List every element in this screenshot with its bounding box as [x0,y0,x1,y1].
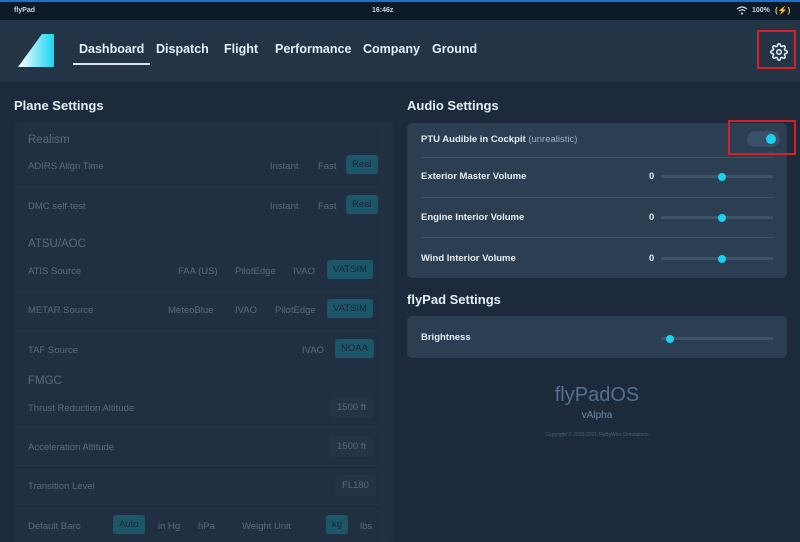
thrust-reduction-field[interactable]: 1500 ft [330,397,374,418]
dmc-option-fast[interactable]: Fast [318,201,336,212]
engine-volume-thumb[interactable] [718,214,727,222]
plane-settings-title: Plane Settings [14,98,104,113]
battery-level: 100% [752,7,770,14]
atis-option-ivao[interactable]: IVAO [293,266,315,277]
divider [14,291,380,292]
status-time: 16:46z [372,7,394,14]
divider [421,237,773,238]
atis-option-vatsim[interactable]: VATSIM [327,260,373,279]
engine-volume-value: 0 [649,212,655,223]
exterior-volume-thumb[interactable] [718,173,727,181]
transition-level-label: Transition Level [28,481,95,492]
flybywire-logo-icon[interactable] [16,34,56,73]
divider [14,330,380,331]
engine-volume-slider[interactable] [661,216,773,219]
copyright-text: Copyright © 2020-2021 FlyByWire Simulati… [545,432,649,438]
tab-flight[interactable]: Flight [224,42,258,56]
wifi-icon [736,6,748,17]
tab-dispatch[interactable]: Dispatch [156,42,209,56]
divider [421,157,773,158]
realism-heading: Realism [28,134,70,146]
taf-option-noaa[interactable]: NOAA [335,339,374,358]
brightness-slider[interactable] [661,337,773,340]
top-nav: Dashboard Dispatch Flight Performance Co… [0,20,800,82]
tab-dashboard[interactable]: Dashboard [72,42,151,65]
baro-option-hpa[interactable]: hPa [198,521,215,532]
brightness-label: Brightness [421,332,471,343]
thrust-reduction-label: Thrust Reduction Altitude [28,403,135,414]
highlight-box-settings [757,30,796,69]
taf-label: TAF Source [28,345,78,356]
default-baro-label: Default Baro [28,521,81,532]
divider [14,465,380,466]
atis-option-faa[interactable]: FAA (US) [178,266,218,277]
lightning-icon: (⚡) [775,6,791,15]
flypad-settings-card: Brightness [407,316,787,358]
baro-option-auto[interactable]: Auto [113,515,145,534]
ptu-note: (unrealistic) [528,134,578,145]
engine-volume-label: Engine Interior Volume [421,212,525,223]
weight-option-kg[interactable]: kg [326,515,349,534]
acceleration-altitude-field[interactable]: 1500 ft [330,436,374,457]
adirs-option-instant[interactable]: Instant [270,161,299,172]
weight-option-lbs[interactable]: lbs [360,521,372,532]
baro-option-inhg[interactable]: in Hg [158,521,180,532]
divider [14,186,380,187]
adirs-option-fast[interactable]: Fast [318,161,336,172]
adirs-option-real[interactable]: Real [346,155,378,174]
tab-ground[interactable]: Ground [432,42,477,56]
brightness-thumb[interactable] [666,335,675,343]
acceleration-altitude-label: Acceleration Altitude [28,442,115,453]
exterior-volume-slider[interactable] [661,175,773,178]
wind-volume-slider[interactable] [661,257,773,260]
status-app-name: flyPad [14,7,36,14]
highlight-box-ptu-toggle [728,120,796,155]
metar-label: METAR Source [28,305,94,316]
fmgc-heading: FMGC [28,375,62,387]
flypad-settings-title: flyPad Settings [407,292,501,307]
ptu-label: PTU Audible in Cockpit (unrealistic) [421,134,578,145]
atis-label: ATIS Source [28,266,82,277]
dmc-label: DMC self-test [28,201,86,212]
os-name: flyPadOS [554,384,640,406]
status-bar: flyPad 16:46z 100% (⚡) [0,0,800,20]
tab-company[interactable]: Company [363,42,420,56]
metar-option-meteoblue[interactable]: MeteoBlue [168,305,213,316]
adirs-label: ADIRS Align Time [28,161,104,172]
divider [14,426,380,427]
dmc-option-instant[interactable]: Instant [270,201,299,212]
atis-option-pilotedge[interactable]: PilotEdge [235,266,276,277]
divider [421,197,773,198]
divider [14,504,380,505]
exterior-volume-label: Exterior Master Volume [421,171,527,182]
wind-volume-value: 0 [649,253,655,264]
wind-volume-thumb[interactable] [718,255,727,263]
metar-option-ivao[interactable]: IVAO [235,305,257,316]
exterior-volume-value: 0 [649,171,655,182]
audio-settings-title: Audio Settings [407,98,499,113]
weight-unit-label: Weight Unit [242,521,291,532]
dmc-option-real[interactable]: Real [346,195,378,214]
metar-option-vatsim[interactable]: VATSIM [327,299,373,318]
tab-performance[interactable]: Performance [275,42,351,56]
metar-option-pilotedge[interactable]: PilotEdge [275,305,316,316]
atsu-heading: ATSU/AOC [28,238,86,250]
transition-level-field[interactable]: FL180 [335,475,376,496]
taf-option-ivao[interactable]: IVAO [302,345,324,356]
os-version: vAlpha [581,410,613,421]
wind-volume-label: Wind Interior Volume [421,253,516,264]
